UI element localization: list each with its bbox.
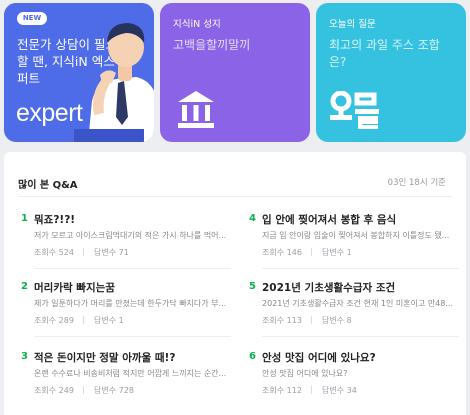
answers-label: 답변수 bbox=[94, 386, 117, 395]
views-label: 조회수 bbox=[34, 248, 57, 257]
answers-count: 71 bbox=[118, 248, 129, 257]
qa-title-link[interactable]: 2021년 기초생활수급자 조건 bbox=[262, 280, 395, 295]
popular-qa-timestamp: 03인 18시 기준 bbox=[387, 178, 446, 188]
views-label: 조회수 bbox=[34, 386, 57, 395]
qa-rank: 5 bbox=[249, 281, 256, 292]
stats-separator bbox=[83, 316, 85, 324]
qa-item[interactable]: 4 입 안에 찢어져서 봉합 후 음식 지금 입 안이랑 입술이 찢어져서 봉합… bbox=[249, 211, 459, 273]
views-label: 조회수 bbox=[262, 386, 285, 395]
answers-label: 답변수 bbox=[94, 316, 117, 325]
expert-card[interactable]: NEW 전문가 상담이 필요할 땐, 지식iN 엑스퍼트 expert bbox=[4, 3, 154, 142]
stats-separator bbox=[311, 386, 313, 394]
today-question-card[interactable]: 오늘의 질문 최고의 과일 주스 조합은? bbox=[316, 3, 466, 142]
sanctuary-card-text: 고백을할끼말끼 bbox=[173, 38, 251, 52]
qa-title-link[interactable]: 머리카락 빠지는꿈 bbox=[34, 280, 115, 295]
today-question-text: 최고의 과일 주스 조합은? bbox=[329, 38, 440, 69]
expert-person-illustration bbox=[74, 23, 154, 142]
sanctuary-card-heading: 지식iN 성지 bbox=[173, 19, 221, 30]
views-count: 112 bbox=[286, 386, 302, 395]
qa-rank: 2 bbox=[21, 281, 28, 292]
today-card-heading: 오늘의 질문 bbox=[329, 19, 376, 30]
today-logo-icon bbox=[330, 91, 379, 129]
divider bbox=[262, 336, 459, 337]
views-label: 조회수 bbox=[262, 248, 285, 257]
views-label: 조회수 bbox=[262, 316, 285, 325]
qa-stats: 조회수 113 답변수 8 bbox=[262, 315, 352, 326]
views-count: 113 bbox=[286, 316, 302, 325]
divider bbox=[34, 336, 231, 337]
views-count: 249 bbox=[58, 386, 74, 395]
views-count: 146 bbox=[286, 248, 302, 257]
divider bbox=[262, 268, 459, 269]
qa-item[interactable]: 5 2021년 기초생활수급자 조건 2021년 기초생활수급자 조건 현재 1… bbox=[249, 279, 459, 341]
qa-item[interactable]: 2 머리카락 빠지는꿈 제가 일툰하다가 머리를 만졌는데 한두가닥 빠지다가 … bbox=[21, 279, 231, 341]
qa-item[interactable]: 6 안성 맛집 어디에 있나요? 안성 맛집 어디에 있나요? 조회수 112 … bbox=[249, 349, 455, 411]
qa-title-link[interactable]: 안성 맛집 어디에 있나요? bbox=[262, 350, 376, 365]
answers-label: 답변수 bbox=[322, 248, 345, 257]
stats-separator bbox=[311, 248, 313, 256]
answers-label: 답변수 bbox=[322, 386, 345, 395]
new-badge: NEW bbox=[17, 12, 47, 25]
qa-item[interactable]: 3 적은 돈이지만 정말 아까울 때!? 온랜 수수료나 비송비처럼 적지만 어… bbox=[21, 349, 227, 411]
stats-separator bbox=[83, 386, 85, 394]
answers-label: 답변수 bbox=[322, 316, 345, 325]
divider bbox=[18, 196, 452, 197]
qa-snippet: 2021년 기초생활수급자 조건 현재 1인 미혼이고 만48... bbox=[262, 299, 453, 308]
divider bbox=[34, 268, 231, 269]
qa-title-link[interactable]: 적은 돈이지만 정말 아까울 때!? bbox=[34, 350, 175, 365]
qa-stats: 조회수 249 답변수 728 bbox=[34, 385, 134, 396]
views-count: 524 bbox=[58, 248, 74, 257]
answers-count: 728 bbox=[118, 386, 134, 395]
expert-logo: expert bbox=[16, 99, 83, 127]
qa-stats: 조회수 289 답변수 1 bbox=[34, 315, 124, 326]
qa-stats: 조회수 524 답변수 71 bbox=[34, 247, 129, 258]
sanctuary-card[interactable]: 지식iN 성지 고백을할끼말끼 bbox=[160, 3, 310, 142]
qa-snippet: 저가 모르고 아이스크림먹대기의 적은 가시 하나를 먹어... bbox=[34, 231, 227, 240]
qa-snippet: 지금 입 안이랑 입술이 찢어져서 봉합하지 이틀정도 됐... bbox=[262, 231, 450, 240]
answers-count: 8 bbox=[346, 316, 352, 325]
qa-stats: 조회수 112 답변수 34 bbox=[262, 385, 357, 396]
qa-rank: 1 bbox=[21, 213, 28, 224]
qa-title-link[interactable]: 뭐죠?!?! bbox=[34, 212, 75, 227]
qa-rank: 3 bbox=[21, 351, 28, 362]
views-label: 조회수 bbox=[34, 316, 57, 325]
answers-count: 34 bbox=[346, 386, 357, 395]
qa-rank: 4 bbox=[249, 213, 256, 224]
qa-snippet: 안성 맛집 어디에 있나요? bbox=[262, 369, 348, 378]
qa-item[interactable]: 1 뭐죠?!?! 저가 모르고 아이스크림먹대기의 적은 가시 하나를 먹어..… bbox=[21, 211, 231, 273]
qa-rank: 6 bbox=[249, 351, 256, 362]
popular-qa-panel: 많이 본 Q&A 03인 18시 기준 1 뭐죠?!?! 저가 모르고 아이스크… bbox=[4, 152, 466, 415]
promo-cards: NEW 전문가 상담이 필요할 땐, 지식iN 엑스퍼트 expert 지식iN… bbox=[4, 3, 466, 143]
answers-count: 1 bbox=[118, 316, 124, 325]
stats-separator bbox=[311, 316, 313, 324]
qa-snippet: 온랜 수수료나 비송비처럼 적지만 어깝게 느끼지는 순간... bbox=[34, 369, 227, 378]
views-count: 289 bbox=[58, 316, 74, 325]
qa-snippet: 제가 일툰하다가 머리를 만졌는데 한두가닥 빠지다가 부... bbox=[34, 299, 227, 308]
bank-icon bbox=[178, 91, 214, 128]
popular-qa-title: 많이 본 Q&A bbox=[18, 180, 78, 191]
answers-count: 1 bbox=[346, 248, 352, 257]
stats-separator bbox=[83, 248, 85, 256]
qa-title-link[interactable]: 입 안에 찢어져서 봉합 후 음식 bbox=[262, 212, 396, 227]
answers-label: 답변수 bbox=[94, 248, 117, 257]
qa-stats: 조회수 146 답변수 1 bbox=[262, 247, 352, 258]
